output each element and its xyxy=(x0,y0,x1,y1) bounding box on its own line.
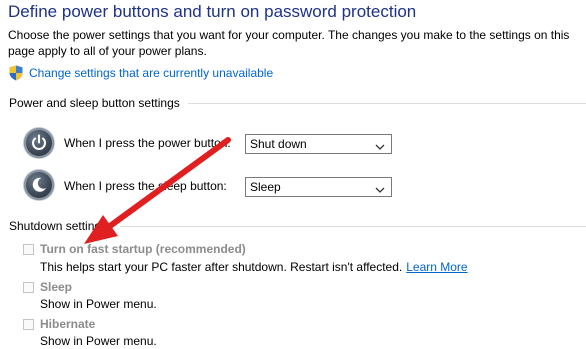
group-divider xyxy=(120,226,586,227)
sleep-button-action-value: Sleep xyxy=(250,180,281,194)
power-button-action-select[interactable]: Shut down xyxy=(245,134,392,154)
sleep-button-label: When I press the sleep button: xyxy=(64,179,227,193)
change-settings-link[interactable]: Change settings that are currently unava… xyxy=(9,65,273,81)
chevron-down-icon xyxy=(375,140,385,154)
hibernate-menu-option[interactable]: Hibernate xyxy=(23,316,95,332)
change-settings-label: Change settings that are currently unava… xyxy=(29,66,274,80)
fast-startup-option[interactable]: Turn on fast startup (recommended) xyxy=(23,241,246,257)
sleep-menu-label: Sleep xyxy=(40,280,73,294)
fast-startup-description-text: This helps start your PC faster after sh… xyxy=(40,260,403,274)
page-title: Define power buttons and turn on passwor… xyxy=(8,2,417,21)
power-button-icon xyxy=(24,128,54,158)
sleep-menu-option[interactable]: Sleep xyxy=(23,279,72,295)
uac-shield-icon xyxy=(9,65,23,81)
power-button-action-value: Shut down xyxy=(250,137,307,151)
hibernate-menu-checkbox[interactable] xyxy=(23,318,34,330)
fast-startup-label: Turn on fast startup (recommended) xyxy=(40,242,246,256)
power-sleep-group-label: Power and sleep button settings xyxy=(9,96,180,110)
chevron-down-icon xyxy=(375,183,385,197)
group-divider xyxy=(188,103,586,104)
sleep-moon-icon xyxy=(24,170,54,200)
sleep-menu-checkbox[interactable] xyxy=(23,281,34,293)
hibernate-menu-description: Show in Power menu. xyxy=(40,334,157,348)
sleep-menu-description: Show in Power menu. xyxy=(40,297,157,311)
shutdown-group-label: Shutdown settings xyxy=(9,219,108,233)
hibernate-menu-label: Hibernate xyxy=(40,317,96,331)
fast-startup-checkbox[interactable] xyxy=(23,243,34,255)
sleep-button-action-select[interactable]: Sleep xyxy=(245,177,392,197)
learn-more-link[interactable]: Learn More xyxy=(406,260,467,274)
power-button-label: When I press the power button: xyxy=(64,136,231,150)
intro-text: Choose the power settings that you want … xyxy=(8,28,570,58)
fast-startup-description: This helps start your PC faster after sh… xyxy=(40,259,468,275)
